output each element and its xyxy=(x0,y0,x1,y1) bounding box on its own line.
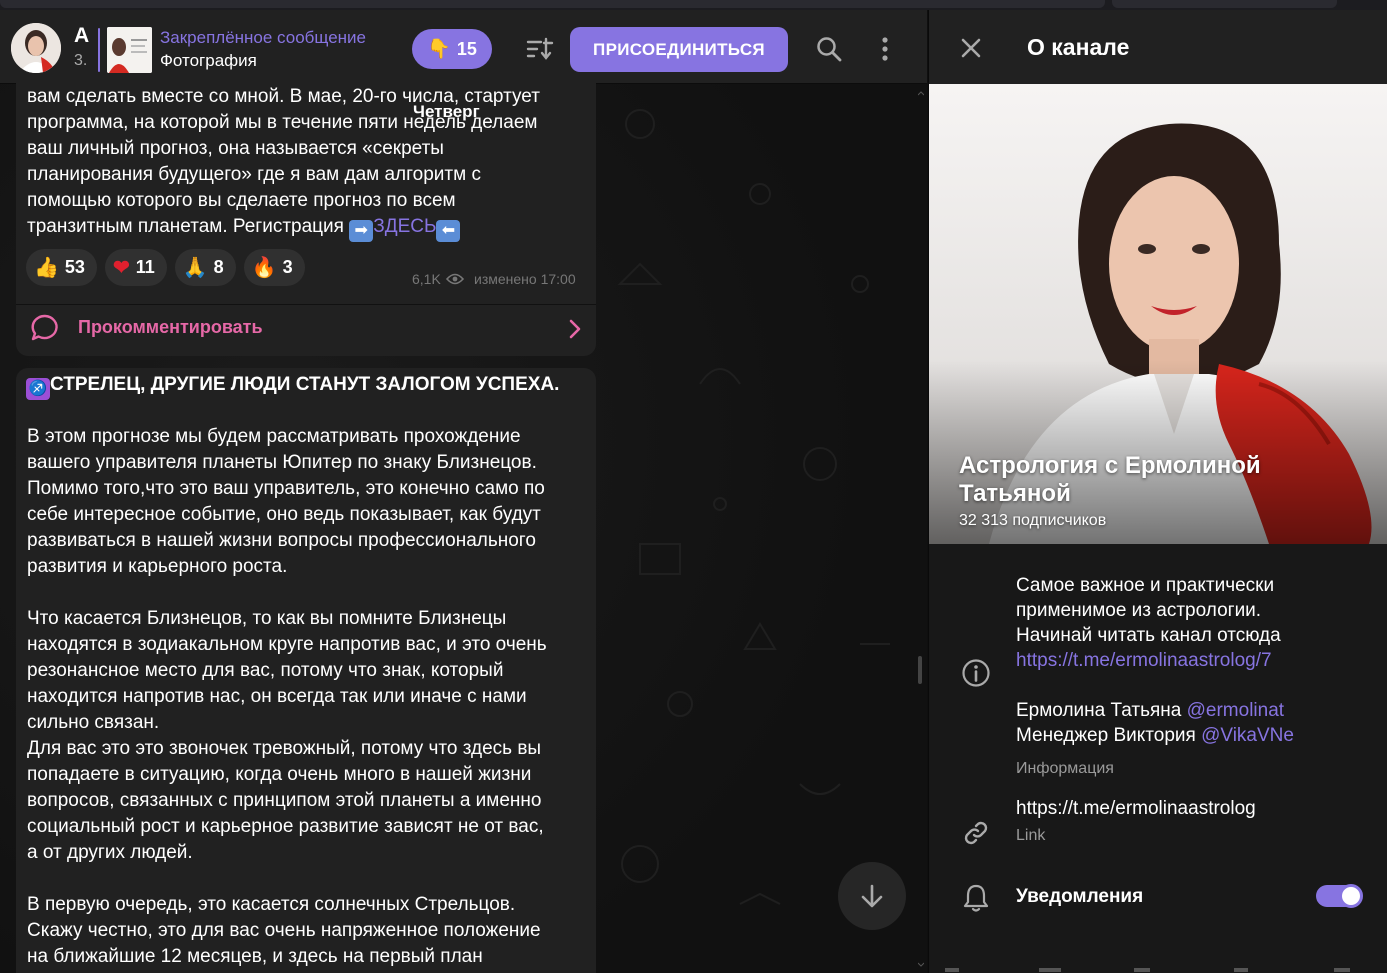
message-text: вам сделать вместе со мной. В мае, 20-го… xyxy=(27,84,592,242)
reaction-heart[interactable]: ❤ 11 xyxy=(104,249,167,286)
comment-label: Прокомментировать xyxy=(78,317,263,337)
sort-filter-icon[interactable] xyxy=(525,35,555,63)
date-separator: Четверг xyxy=(413,102,480,121)
contact-name: Менеджер Виктория xyxy=(1016,725,1202,746)
channel-description[interactable]: Самое важное и практически применимое из… xyxy=(1016,573,1376,748)
channel-info-panel: О канале Астрология с Ермолиной Татьяной… xyxy=(928,10,1387,973)
contact-handle-link[interactable]: @ermolinat xyxy=(1187,700,1284,721)
fire-icon: 🔥 xyxy=(251,257,277,279)
info-label: Информация xyxy=(1016,760,1114,777)
arrow-right-emoji-icon: ➡ xyxy=(349,220,374,242)
chat-header: А 3. Закреплённое сообщение Фотография 👇… xyxy=(0,10,927,84)
reaction-pray[interactable]: 🙏 8 xyxy=(174,249,236,286)
thumbs-up-icon: 👍 xyxy=(34,257,59,279)
description-line: Самое важное и практически xyxy=(1016,575,1275,596)
edited-timestamp: изменено 17:00 xyxy=(474,271,576,287)
comment-button[interactable]: Прокомментировать xyxy=(16,304,596,356)
window-tab xyxy=(0,0,1105,8)
bell-icon xyxy=(963,884,989,912)
chevron-right-icon xyxy=(569,319,581,339)
reaction-list: 👍 53 ❤ 11 🙏 8 🔥 3 xyxy=(26,249,305,286)
channel-link[interactable]: https://t.me/ermolinaastrolog xyxy=(1016,798,1256,820)
channel-avatar[interactable] xyxy=(11,23,61,73)
chat-subtitle: 3. xyxy=(74,52,88,69)
search-icon[interactable] xyxy=(816,36,842,62)
arrow-down-icon xyxy=(861,884,883,908)
sagittarius-emoji-icon: ♐ xyxy=(26,378,50,400)
chat-scrollbar[interactable] xyxy=(918,90,924,970)
more-options-icon[interactable] xyxy=(876,36,894,62)
toggle-knob xyxy=(1339,884,1363,908)
reaction-count: 8 xyxy=(213,257,224,277)
reaction-count: 53 xyxy=(64,257,85,277)
reaction-thumbs-up[interactable]: 👍 53 xyxy=(26,249,97,286)
contact-line: Ермолина Татьяна @ermolinat xyxy=(1016,698,1376,723)
scroll-down-arrow-icon xyxy=(918,962,924,967)
description-line: применимое из астрологии. xyxy=(1016,600,1262,621)
join-channel-button[interactable]: ПРИСОЕДИНИТЬСЯ xyxy=(570,27,788,72)
registration-link[interactable]: ЗДЕСЬ xyxy=(373,216,436,237)
arrow-left-emoji-icon: ⬅ xyxy=(436,220,461,242)
pinned-indicator xyxy=(98,28,100,72)
message-title-text: СТРЕЛЕЦ, ДРУГИЕ ЛЮДИ СТАНУТ ЗАЛОГОМ УСПЕ… xyxy=(50,374,560,395)
view-count-value: 6,1K xyxy=(412,271,441,287)
chat-title[interactable]: А xyxy=(74,24,89,48)
pinned-thumbnail[interactable] xyxy=(107,27,152,73)
reaction-count: 3 xyxy=(282,257,293,277)
scroll-down-button[interactable] xyxy=(838,862,906,930)
message-text: В этом прогнозе мы будем рассматривать п… xyxy=(27,426,547,967)
contact-line: Менеджер Виктория @VikaVNe xyxy=(1016,723,1376,748)
contact-name: Ермолина Татьяна xyxy=(1016,700,1187,721)
reactions-button[interactable]: 👇 15 xyxy=(412,29,492,69)
eye-icon xyxy=(445,273,464,285)
pinned-message-title[interactable]: Закреплённое сообщение xyxy=(160,28,366,48)
praying-hands-icon: 🙏 xyxy=(182,257,208,279)
scroll-up-arrow-icon xyxy=(918,91,924,96)
panel-tabs-strip xyxy=(929,958,1387,973)
contact-handle-link[interactable]: @VikaVNe xyxy=(1201,725,1294,746)
panel-title: О канале xyxy=(1027,34,1130,60)
chat-column: А 3. Закреплённое сообщение Фотография 👇… xyxy=(0,10,927,973)
link-icon xyxy=(964,821,988,845)
notifications-label: Уведомления xyxy=(1016,886,1144,907)
reaction-fire[interactable]: 🔥 3 xyxy=(243,249,305,286)
heart-icon: ❤ xyxy=(112,257,130,279)
view-count: 6,1K xyxy=(412,271,464,287)
description-link[interactable]: https://t.me/ermolinaastrolog/7 xyxy=(1016,648,1376,673)
scrollbar-thumb[interactable] xyxy=(918,656,922,684)
channel-photo[interactable]: Астрология с Ермолиной Татьяной 32 313 п… xyxy=(929,84,1387,544)
reaction-count: 11 xyxy=(135,257,155,277)
close-icon[interactable] xyxy=(960,37,982,59)
window-tab xyxy=(1112,0,1337,8)
window-top-strip xyxy=(0,0,1387,10)
pointing-hand-icon: 👇 xyxy=(427,39,451,60)
reaction-count: 15 xyxy=(456,38,477,59)
channel-name: Астрология с Ермолиной Татьяной xyxy=(959,452,1261,507)
description-line: Начинай читать канал отсюда xyxy=(1016,625,1281,646)
panel-header: О канале xyxy=(929,10,1387,84)
message-title: ♐ СТРЕЛЕЦ, ДРУГИЕ ЛЮДИ СТАНУТ ЗАЛОГОМ УСП… xyxy=(26,374,559,400)
subscriber-count: 32 313 подписчиков xyxy=(959,512,1107,529)
link-label: Link xyxy=(1016,827,1046,844)
comment-bubble-icon xyxy=(31,314,58,341)
pinned-message-text[interactable]: Фотография xyxy=(160,51,257,71)
notifications-toggle[interactable] xyxy=(1316,884,1363,908)
info-icon xyxy=(962,659,990,687)
